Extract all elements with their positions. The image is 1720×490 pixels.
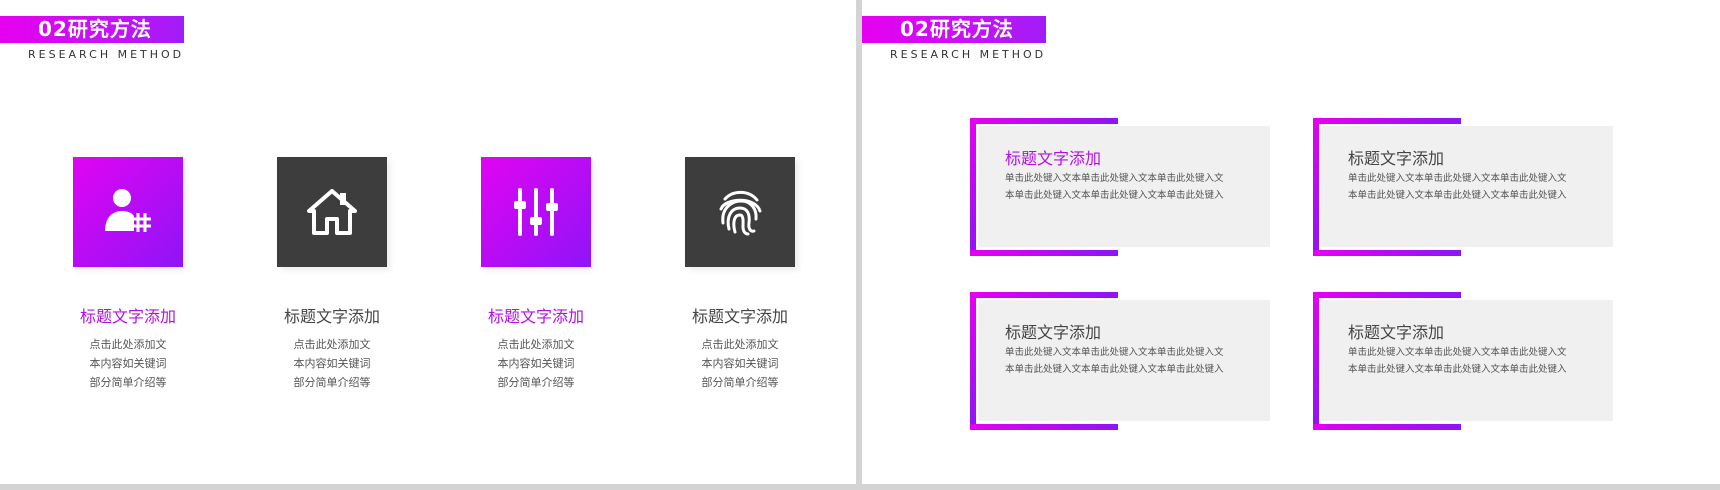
feature-icon-box [277, 157, 387, 267]
text-card: 标题文字添加 单击此处键入文本单击此处键入文本单击此处键入文本单击此处键入文本单… [970, 292, 1270, 432]
card-frame-left [1313, 118, 1319, 256]
feature-line: 点击此处添加文 [701, 338, 779, 351]
card-title: 标题文字添加 [1348, 149, 1445, 168]
card-frame-left [1313, 292, 1319, 430]
section-title: 02研究方法 [862, 16, 1046, 43]
card-frame-top [970, 292, 1118, 298]
section-subtitle: RESEARCH METHOD [28, 48, 185, 61]
feature-icon-box [685, 157, 795, 267]
feature-line: 本内容如关键词 [701, 357, 779, 370]
feature-line: 点击此处添加文 [497, 338, 575, 351]
feature-title: 标题文字添加 [79, 307, 176, 326]
sliders-icon [514, 188, 558, 236]
text-card: 标题文字添加 单击此处键入文本单击此处键入文本单击此处键入文本单击此处键入文本单… [970, 118, 1270, 258]
feature-line: 部分简单介绍等 [293, 376, 371, 389]
card-body: 单击此处键入文本单击此处键入文本单击此处键入文本单击此处键入文本单击此处键入文本… [1005, 347, 1224, 375]
card-title: 标题文字添加 [1348, 323, 1445, 342]
card-title: 标题文字添加 [1005, 149, 1102, 168]
feature-description: 点击此处添加文 本内容如关键词 部分简单介绍等 [228, 335, 436, 392]
feature-line: 部分简单介绍等 [497, 376, 575, 389]
feature-title: 标题文字添加 [691, 307, 788, 326]
text-card: 标题文字添加 单击此处键入文本单击此处键入文本单击此处键入文本单击此处键入文本单… [1313, 118, 1613, 258]
card-body: 单击此处键入文本单击此处键入文本单击此处键入文本单击此处键入文本单击此处键入文本… [1005, 173, 1224, 201]
feature-description: 点击此处添加文 本内容如关键词 部分简单介绍等 [24, 335, 232, 392]
feature-line: 点击此处添加文 [89, 338, 167, 351]
card-frame-top [970, 118, 1118, 124]
feature-icon-box [481, 157, 591, 267]
feature-icon-box [73, 157, 183, 267]
feature-line: 点击此处添加文 [293, 338, 371, 351]
card-body: 单击此处键入文本单击此处键入文本单击此处键入文本单击此处键入文本单击此处键入文本… [1348, 347, 1567, 375]
feature-description: 点击此处添加文 本内容如关键词 部分简单介绍等 [432, 335, 640, 392]
feature-line: 部分简单介绍等 [89, 376, 167, 389]
slide-left: 02研究方法 RESEARCH METHOD 标题文字添加 点击此处添加文 本内… [0, 0, 856, 484]
feature-description: 点击此处添加文 本内容如关键词 部分简单介绍等 [636, 335, 844, 392]
card-frame-top [1313, 292, 1461, 298]
feature-line: 本内容如关键词 [293, 357, 371, 370]
section-title: 02研究方法 [0, 16, 184, 43]
card-title: 标题文字添加 [1005, 323, 1102, 342]
feature-title: 标题文字添加 [283, 307, 380, 326]
fingerprint-icon [719, 190, 762, 236]
home-icon [307, 189, 357, 235]
slide-right: 02研究方法 RESEARCH METHOD 标题文字添加 单击此处键入文本单击… [862, 0, 1720, 484]
card-frame-bottom [1313, 424, 1461, 430]
feature-line: 本内容如关键词 [497, 357, 575, 370]
card-frame-left [970, 292, 976, 430]
user-hash-icon [105, 189, 151, 232]
card-frame-bottom [970, 250, 1118, 256]
card-frame-top [1313, 118, 1461, 124]
feature-line: 部分简单介绍等 [701, 376, 779, 389]
card-body: 单击此处键入文本单击此处键入文本单击此处键入文本单击此处键入文本单击此处键入文本… [1348, 173, 1567, 201]
text-card: 标题文字添加 单击此处键入文本单击此处键入文本单击此处键入文本单击此处键入文本单… [1313, 292, 1613, 432]
card-frame-left [970, 118, 976, 256]
section-subtitle: RESEARCH METHOD [890, 48, 1047, 61]
feature-title: 标题文字添加 [487, 307, 584, 326]
feature-line: 本内容如关键词 [89, 357, 167, 370]
card-frame-bottom [970, 424, 1118, 430]
card-frame-bottom [1313, 250, 1461, 256]
